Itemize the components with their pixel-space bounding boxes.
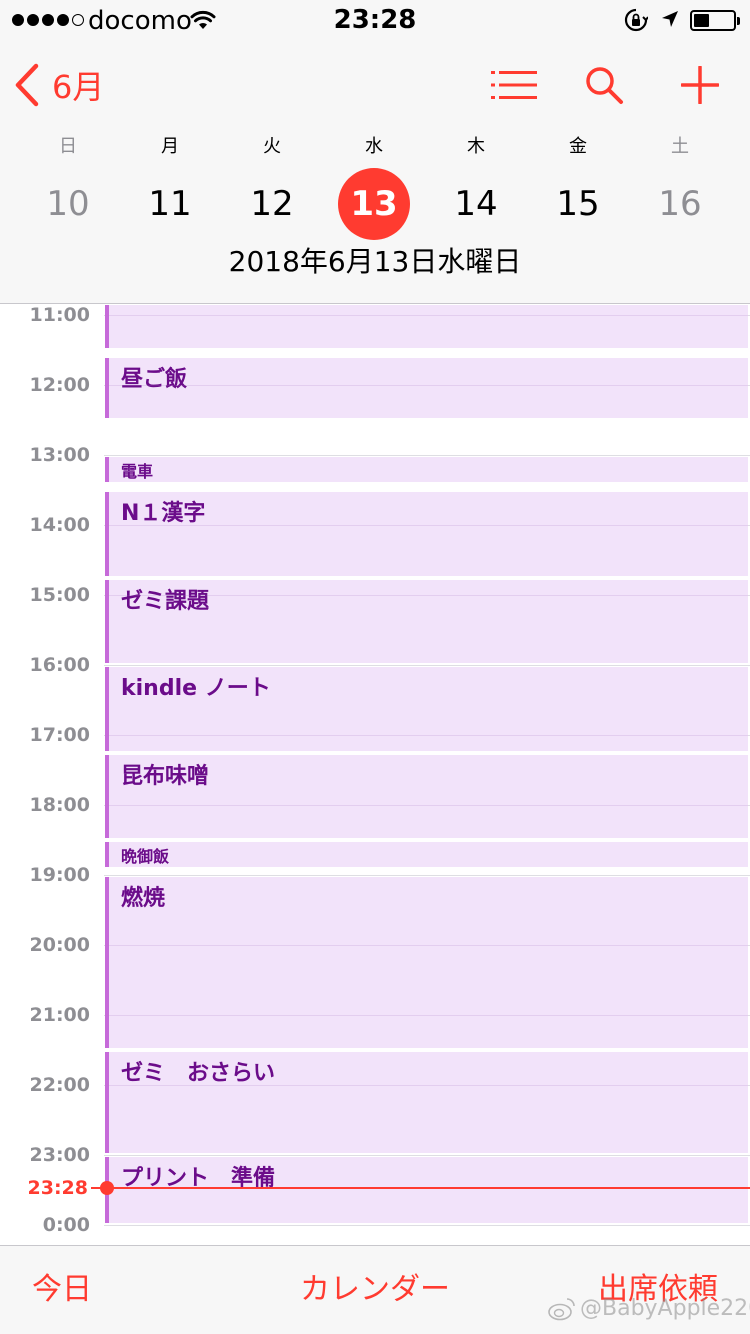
hour-gridline — [104, 665, 750, 666]
selected-date-cell[interactable]: 13 — [338, 168, 410, 240]
event-hour-divider — [109, 384, 748, 386]
hour-label: 12:00 — [29, 374, 90, 396]
hour-gridline — [104, 455, 750, 456]
event-block[interactable]: 昆布味噌 — [105, 754, 748, 838]
back-label: 6月 — [52, 68, 105, 106]
event-block[interactable]: プリント 準備 — [105, 1157, 748, 1223]
hour-label: 22:00 — [29, 1074, 90, 1096]
search-button[interactable] — [574, 62, 634, 108]
weekday-label: 木 — [467, 136, 485, 157]
navigation-header: 6月 日 月 火 水 木 金 土 10 11 12 13 14 15 16 2018年6月13日水曜日 — [0, 40, 750, 304]
date-cell[interactable]: 16 — [644, 168, 716, 240]
event-hour-divider — [109, 595, 748, 596]
weekday-label: 金 — [569, 136, 587, 157]
event-title: 昆布味噌 — [121, 763, 210, 789]
event-hour-divider — [109, 1015, 748, 1016]
orientation-lock-icon — [624, 8, 648, 32]
current-time-dot — [100, 1180, 114, 1195]
event-title: 電車 — [121, 462, 154, 481]
event-block[interactable]: 晩御飯 — [105, 842, 748, 868]
event-title: 昼ご飯 — [121, 366, 188, 392]
event-block[interactable] — [105, 305, 748, 348]
event-hour-divider — [109, 315, 748, 316]
date-cell[interactable]: 11 — [134, 168, 206, 240]
hour-gridline — [104, 1225, 750, 1226]
add-icon — [681, 66, 719, 104]
event-block[interactable]: ゼミ課題 — [105, 579, 748, 663]
hour-label: 18:00 — [29, 794, 90, 816]
back-chevron-icon — [15, 63, 39, 107]
hour-label: 23:00 — [29, 1144, 90, 1166]
weekday-label: 水 — [365, 136, 383, 157]
hour-gridline — [104, 1155, 750, 1156]
hour-label: 0:00 — [42, 1214, 90, 1236]
hour-label: 19:00 — [29, 864, 90, 886]
event-title: 燃焼 — [121, 886, 166, 911]
battery-icon — [690, 10, 740, 31]
event-hour-divider — [109, 805, 748, 806]
current-time-line — [104, 1186, 750, 1189]
hour-label: 11:00 — [29, 305, 90, 326]
hour-label: 14:00 — [29, 514, 90, 536]
event-title: 晩御飯 — [121, 847, 170, 866]
battery-tip — [737, 17, 740, 25]
weekday-label: 日 — [59, 136, 77, 157]
watermark-text: @BabyApple220 — [580, 1296, 750, 1321]
date-cell[interactable]: 15 — [542, 168, 614, 240]
list-icon — [491, 71, 537, 99]
hour-label: 17:00 — [29, 724, 90, 746]
weekday-header-row: 日月火水木金土 — [0, 132, 750, 162]
week-date-strip: 10 11 12 13 14 15 16 — [0, 168, 750, 240]
hour-label: 20:00 — [29, 934, 90, 956]
weekday-label: 月 — [161, 136, 179, 157]
weekday-label: 土 — [671, 136, 689, 157]
weibo-logo-icon — [548, 1297, 575, 1320]
event-block[interactable]: ゼミ おさらい — [105, 1052, 748, 1153]
current-time-label: 23:28 — [27, 1176, 88, 1199]
hour-gridline — [104, 875, 750, 876]
date-cell[interactable]: 14 — [440, 168, 512, 240]
location-arrow-icon — [662, 11, 678, 27]
weekday-label: 火 — [263, 136, 281, 157]
event-hour-divider — [109, 945, 748, 946]
event-block[interactable]: N１漢字 — [105, 492, 748, 576]
event-block[interactable]: 燃焼 — [105, 877, 748, 1048]
status-bar: docomo 23:28 — [0, 0, 750, 40]
selected-full-date: 2018年6月13日水曜日 — [228, 245, 522, 278]
event-title: ゼミ課題 — [121, 588, 210, 614]
search-icon — [586, 67, 623, 104]
add-event-button[interactable] — [670, 62, 730, 108]
hour-label: 21:00 — [29, 1004, 90, 1026]
date-cell[interactable]: 10 — [32, 168, 104, 240]
event-block[interactable]: 昼ご飯 — [105, 357, 748, 418]
hour-label: 13:00 — [29, 444, 90, 466]
hour-label: 16:00 — [29, 654, 90, 676]
watermark: @BabyApple220 — [548, 1296, 750, 1321]
list-view-button[interactable] — [484, 62, 544, 108]
event-block[interactable]: 電車 — [105, 457, 748, 483]
event-hour-divider — [109, 525, 748, 526]
hour-label: 15:00 — [29, 584, 90, 606]
back-to-month-button[interactable]: 6月 — [14, 60, 104, 110]
event-hour-divider — [109, 735, 748, 736]
day-timeline[interactable]: 11:00 12:00 13:00 14:00 15:00 16:00 17:00 18:00… — [0, 305, 750, 1245]
event-title: プリント 準備 — [121, 1166, 276, 1191]
event-hour-divider — [109, 1085, 748, 1086]
event-block[interactable]: kindle ノート — [105, 667, 748, 751]
date-cell[interactable]: 12 — [236, 168, 308, 240]
battery-fill — [694, 14, 710, 27]
event-title: kindle ノート — [121, 676, 271, 701]
